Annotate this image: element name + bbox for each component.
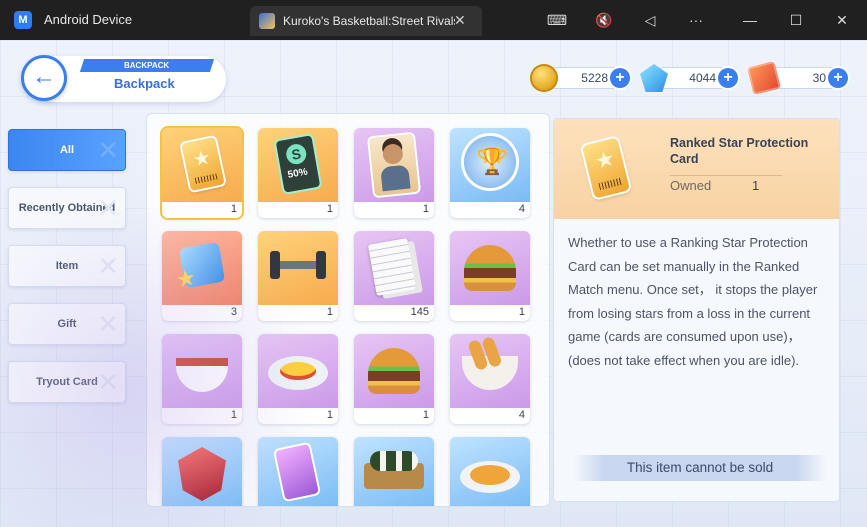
cannot-sell-notice: This item cannot be sold (574, 455, 826, 481)
add-gold-button[interactable]: + (610, 68, 630, 88)
vip-discount-card-icon (275, 135, 321, 193)
title-bar: M Android Device Kuroko's Basketball:Str… (0, 0, 867, 40)
maximize-icon[interactable]: ☐ (784, 8, 808, 32)
puzzle-star-icon (178, 241, 226, 289)
app-logo-icon: M (14, 11, 32, 29)
sidebar-item-gift[interactable]: Gift (8, 303, 126, 345)
item-qty: 4 (518, 203, 525, 215)
grid-item[interactable] (354, 437, 434, 506)
grid-item[interactable] (450, 437, 530, 506)
back-button[interactable]: ← (21, 55, 67, 101)
add-ticket-button[interactable]: + (828, 68, 848, 88)
grid-item[interactable]: 1 (162, 334, 242, 424)
tempura-bowl-icon (462, 356, 518, 390)
star-protection-card-icon (582, 137, 630, 199)
grid-item[interactable]: 1 (258, 128, 338, 218)
grid-item[interactable] (162, 437, 242, 506)
sidebar-item-item[interactable]: Item (8, 245, 126, 287)
close-icon[interactable]: ✕ (830, 8, 854, 32)
item-qty: 1 (518, 306, 525, 318)
grid-item[interactable]: 1 (354, 334, 434, 424)
item-qty: 1 (326, 306, 333, 318)
gold-value: 5228 (581, 71, 608, 85)
grid-item[interactable]: 1 (450, 231, 530, 321)
app-name: Android Device (44, 12, 133, 27)
item-name: Ranked Star Protection Card (670, 136, 809, 166)
mute-icon[interactable]: 🔇 (592, 8, 616, 32)
ticket-value: 30 (812, 71, 826, 85)
item-qty: 1 (422, 203, 429, 215)
keyboard-icon[interactable]: ⌨ (545, 8, 569, 32)
more-icon[interactable]: ··· (684, 8, 708, 32)
cheeseburger-icon (368, 348, 420, 394)
omelet-rice-icon (268, 356, 328, 390)
detail-header: Ranked Star Protection Card Owned 1 (554, 119, 839, 219)
star-protection-card-icon (181, 136, 225, 192)
grid-item[interactable] (258, 437, 338, 506)
curry-rice-icon (460, 461, 520, 493)
item-grid: 1 1 1 4 3 1 145 1 (146, 113, 550, 507)
grid-item[interactable]: 3 (162, 231, 242, 321)
currency-ticket: 30 + (747, 61, 850, 95)
grid-item[interactable]: 1 (258, 334, 338, 424)
tab-title: Kuroko's Basketball:Street Rivals (283, 14, 455, 28)
tab-game[interactable]: Kuroko's Basketball:Street Rivals ✕ (250, 6, 482, 36)
documents-icon (367, 237, 417, 297)
sushi-roll-icon (364, 451, 424, 489)
minimize-icon[interactable]: — (738, 8, 762, 32)
sidebar-item-tryout-card[interactable]: Tryout Card (8, 361, 126, 403)
player-card-icon (369, 133, 419, 197)
game-area: BACKPACK Backpack ← 5228 + 4044 + 30 + A… (0, 40, 867, 527)
game-tab-icon (259, 13, 275, 29)
item-qty: 3 (230, 306, 237, 318)
add-diamond-button[interactable]: + (718, 68, 738, 88)
currency-diamond: 4044 + (640, 64, 740, 92)
dumbbell-icon (270, 251, 326, 279)
currency-gold: 5228 + (530, 64, 630, 92)
divider (670, 175, 782, 176)
tab-close-icon[interactable]: ✕ (454, 12, 466, 29)
item-detail-panel: Ranked Star Protection Card Owned 1 Whet… (553, 118, 840, 502)
item-qty: 4 (518, 409, 525, 421)
grid-item[interactable]: 4 (450, 128, 530, 218)
sidebar-item-recently-obtained[interactable]: Recently Obtained (8, 187, 126, 229)
item-description: Whether to use a Ranking Star Protection… (568, 235, 818, 368)
item-qty: 145 (410, 306, 429, 318)
item-qty: 1 (230, 203, 237, 215)
sidebar-item-all[interactable]: All (8, 129, 126, 171)
gold-coin-icon (530, 64, 558, 92)
owned-label: Owned (670, 178, 712, 193)
grid-item[interactable]: 145 (354, 231, 434, 321)
grid-item[interactable]: 1 (354, 128, 434, 218)
burger-icon (464, 245, 516, 291)
header-tag: BACKPACK (79, 59, 215, 72)
diamond-value: 4044 (689, 71, 716, 85)
item-qty: 1 (326, 203, 333, 215)
back-triangle-icon[interactable]: ◁ (638, 8, 662, 32)
item-qty: 1 (422, 409, 429, 421)
grid-item[interactable]: 1 (258, 231, 338, 321)
soup-bowl-icon (176, 358, 228, 392)
page-title: Backpack (114, 76, 175, 91)
red-shield-icon (178, 447, 226, 501)
item-qty: 1 (326, 409, 333, 421)
owned-count: 1 (752, 178, 760, 193)
grid-item[interactable]: 1 (162, 128, 242, 218)
purple-card-icon (275, 444, 319, 500)
trophy-icon (464, 136, 516, 188)
grid-item[interactable]: 4 (450, 334, 530, 424)
item-qty: 1 (230, 409, 237, 421)
